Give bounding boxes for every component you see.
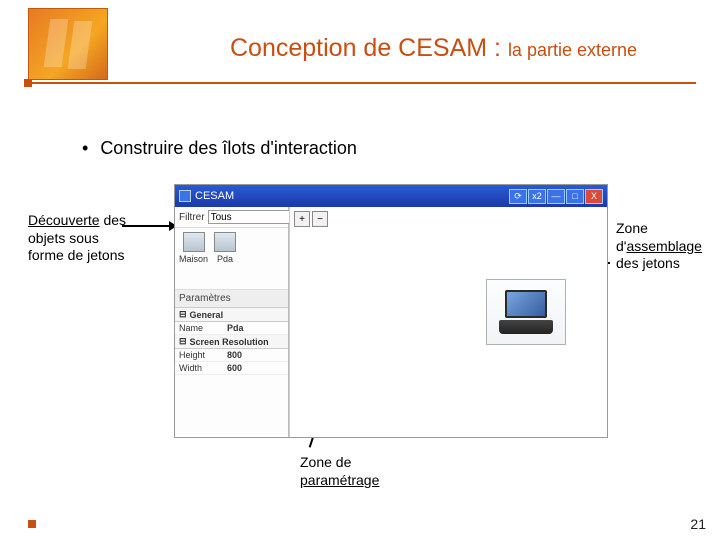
prop-row-height[interactable]: Height 800 <box>175 349 288 362</box>
prop-key: Width <box>175 362 223 374</box>
prop-val: Pda <box>223 322 288 334</box>
zoom-out-icon: − <box>317 214 323 225</box>
maximize-button[interactable]: □ <box>566 189 584 204</box>
section-general-label: General <box>190 310 224 320</box>
maximize-icon: □ <box>572 191 577 201</box>
token-maison[interactable]: Maison <box>179 232 208 264</box>
slide-title: Conception de CESAM : la partie externe <box>230 34 637 63</box>
zoom-in-button[interactable]: + <box>294 211 310 227</box>
collapse-icon: ⊟ <box>179 309 187 320</box>
window-titlebar[interactable]: CESAM ⟳ x2 — □ X <box>175 185 607 207</box>
device-token[interactable] <box>486 279 566 345</box>
page-number: 21 <box>690 516 706 532</box>
cesam-window: CESAM ⟳ x2 — □ X Filtrer Maison Pda <box>174 184 608 438</box>
bullet-item: • Construire des îlots d'interaction <box>82 138 357 159</box>
zoom-out-button[interactable]: − <box>312 211 328 227</box>
prop-row-width[interactable]: Width 600 <box>175 362 288 375</box>
filter-row: Filtrer <box>175 207 288 228</box>
prop-key: Height <box>175 349 223 361</box>
zoom-tools: + − <box>294 211 328 227</box>
footer-accent-dot <box>28 520 36 528</box>
annotation-left-underline: Découverte <box>28 212 100 228</box>
property-grid: ⊟ General Name Pda ⊟ Screen Resolution H… <box>175 308 288 437</box>
token-label: Pda <box>217 254 233 264</box>
prop-row-name[interactable]: Name Pda <box>175 322 288 335</box>
title-separator: : <box>487 34 508 62</box>
minimize-button[interactable]: — <box>547 189 565 204</box>
pda-icon <box>214 232 236 252</box>
window-title: CESAM <box>195 190 234 202</box>
token-pda[interactable]: Pda <box>214 232 236 264</box>
title-underline <box>28 82 696 84</box>
laptop-icon <box>499 290 553 334</box>
bullet-dot: • <box>82 138 88 158</box>
annotation-assembly: Zone d'assemblage des jetons <box>616 220 710 273</box>
token-label: Maison <box>179 254 208 264</box>
params-header: Paramètres <box>175 290 288 308</box>
section-screen[interactable]: ⊟ Screen Resolution <box>175 335 288 349</box>
title-sub: la partie externe <box>508 40 637 60</box>
titlebar-button[interactable]: ⟳ <box>509 189 527 204</box>
annotation-params: Zone de paramétrage <box>300 454 410 489</box>
section-screen-label: Screen Resolution <box>190 337 269 347</box>
app-icon <box>179 190 191 202</box>
minimize-icon: — <box>552 191 561 201</box>
window-body: Filtrer Maison Pda Paramètres ⊟ General <box>175 207 607 437</box>
section-general[interactable]: ⊟ General <box>175 308 288 322</box>
annotation-right-post: des jetons <box>616 255 680 271</box>
title-main: Conception de CESAM <box>230 34 487 62</box>
slide-logo <box>28 8 108 80</box>
prop-val: 600 <box>223 362 288 374</box>
filter-label: Filtrer <box>179 212 205 223</box>
house-icon <box>183 232 205 252</box>
annotation-discovery: Découverte des objets sous forme de jeto… <box>28 212 138 265</box>
bullet-text: Construire des îlots d'interaction <box>100 138 357 158</box>
arrow-left <box>122 225 176 227</box>
annotation-bottom-underline: paramétrage <box>300 472 379 488</box>
titlebar-button-x2[interactable]: x2 <box>528 189 546 204</box>
sidebar: Filtrer Maison Pda Paramètres ⊟ General <box>175 207 289 437</box>
assembly-canvas[interactable]: + − <box>289 207 607 437</box>
annotation-bottom-pre: Zone de <box>300 454 351 470</box>
prop-val: 800 <box>223 349 288 361</box>
zoom-in-icon: + <box>299 214 305 225</box>
close-button[interactable]: X <box>585 189 603 204</box>
close-icon: X <box>591 191 597 201</box>
prop-key: Name <box>175 322 223 334</box>
collapse-icon: ⊟ <box>179 336 187 347</box>
titlebar-btn-x2-label: x2 <box>532 191 542 201</box>
titlebar-btn-label: ⟳ <box>514 191 522 202</box>
annotation-right-underline: assemblage <box>626 238 702 254</box>
token-area: Maison Pda <box>175 228 288 290</box>
